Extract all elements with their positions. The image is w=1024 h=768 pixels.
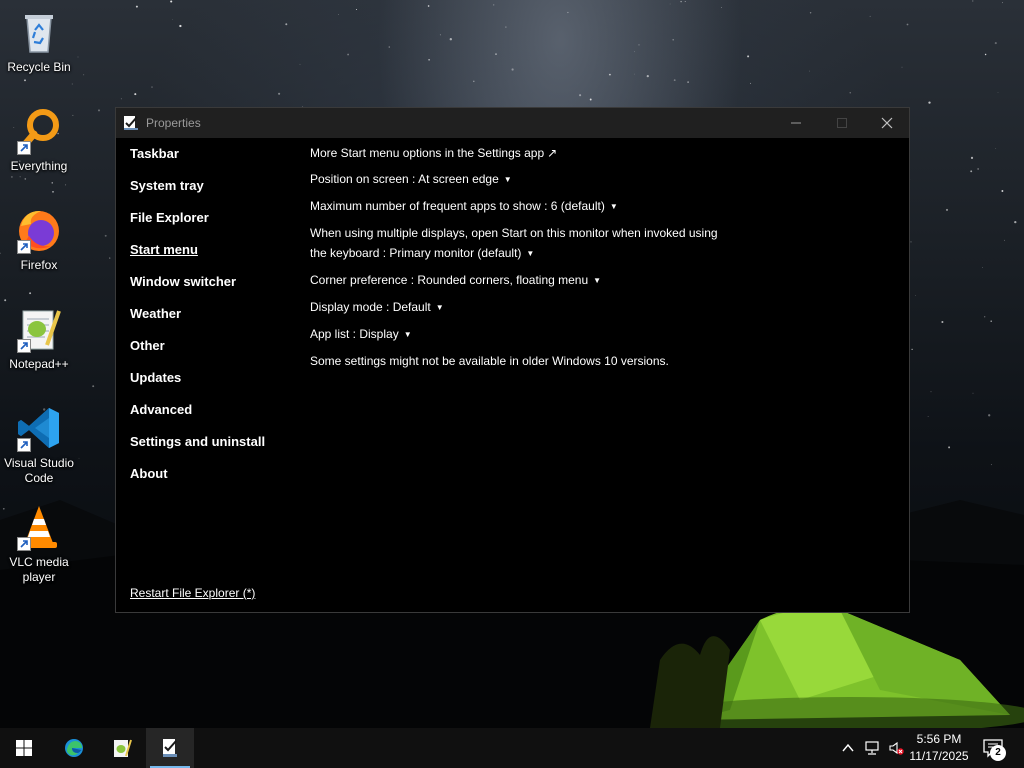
network-tray-button[interactable] [862,738,882,758]
dropdown-arrow-icon: ▼ [503,175,512,184]
recycle-bin-icon [15,8,63,56]
properties-window: Properties Taskbar System tray File Expl… [115,107,910,613]
network-icon [865,741,879,755]
dropdown-arrow-icon: ▼ [593,276,602,285]
shortcut-arrow-icon [17,537,31,551]
nav-about[interactable]: About [130,466,290,498]
start-menu-settings: More Start menu options in the Settings … [310,143,890,377]
nav-advanced[interactable]: Advanced [130,402,290,434]
app-list-setting[interactable]: App list : Display ▼ [310,324,890,345]
shortcut-arrow-icon [17,141,31,155]
setting-label: Position on screen : At screen edge [310,172,499,186]
desktop-icon-label: Firefox [20,258,58,272]
dropdown-arrow-icon: ▼ [403,330,412,339]
setting-label: Display mode : Default [310,300,431,314]
windows-logo-icon [16,740,32,756]
setting-label: Maximum number of frequent apps to show … [310,199,605,213]
settings-app-link[interactable]: More Start menu options in the Settings … [310,143,890,163]
settings-sidebar: Taskbar System tray File Explorer Start … [130,146,290,498]
taskbar-edge[interactable] [50,728,98,768]
clock-time: 5:56 PM [916,732,962,746]
minimize-button[interactable] [773,108,819,138]
position-on-screen-setting[interactable]: Position on screen : At screen edge ▼ [310,169,890,190]
frequent-apps-setting[interactable]: Maximum number of frequent apps to show … [310,196,890,217]
nav-other[interactable]: Other [130,338,290,370]
start-button[interactable] [0,728,48,768]
nav-weather[interactable]: Weather [130,306,290,338]
dropdown-arrow-icon: ▼ [526,249,535,258]
everything-search-icon [15,107,63,155]
maximize-icon [837,118,847,128]
nav-window-switcher[interactable]: Window switcher [130,274,290,306]
setting-label: App list : Display [310,327,399,341]
show-hidden-icons-button[interactable] [838,738,858,758]
display-mode-setting[interactable]: Display mode : Default ▼ [310,297,890,318]
minimize-icon [791,122,801,124]
notepad-plus-plus-icon [114,739,132,757]
taskbar-notepadpp[interactable] [98,728,146,768]
taskbar: 5:56 PM 11/17/2025 2 [0,728,1024,768]
app-icon [163,739,177,757]
desktop-icon-label: Recycle Bin [7,60,71,74]
desktop-icon-firefox[interactable]: Firefox [0,206,78,273]
setting-label: the keyboard : Primary monitor (default) [310,246,522,260]
vscode-icon [15,404,63,452]
edge-icon [65,739,83,757]
desktop-icon-label: VLC media player [9,555,69,584]
desktop-icon-vscode[interactable]: Visual Studio Code [0,404,78,486]
setting-label: Corner preference : Rounded corners, flo… [310,273,589,287]
maximize-button[interactable] [819,108,865,138]
close-button[interactable] [864,108,910,138]
nav-taskbar[interactable]: Taskbar [130,146,290,178]
external-link-icon: ↗ [547,146,558,160]
corner-preference-setting[interactable]: Corner preference : Rounded corners, flo… [310,270,890,291]
taskbar-clock[interactable]: 5:56 PM 11/17/2025 [900,731,978,765]
multi-display-setting[interactable]: When using multiple displays, open Start… [310,223,890,264]
dropdown-arrow-icon: ▼ [609,202,618,211]
vlc-icon [15,503,63,551]
desktop-icon-everything[interactable]: Everything [0,107,78,174]
shortcut-arrow-icon [17,240,31,254]
shortcut-arrow-icon [17,339,31,353]
desktop-icon-label: Everything [10,159,68,173]
close-icon [881,117,893,129]
window-title: Properties [146,116,201,130]
desktop-icon-recycle-bin[interactable]: Recycle Bin [0,8,78,75]
chevron-up-icon [842,743,854,752]
compatibility-note: Some settings might not be available in … [310,354,669,368]
nav-system-tray[interactable]: System tray [130,178,290,210]
nav-settings-and-uninstall[interactable]: Settings and uninstall [130,434,290,466]
notification-count-badge: 2 [990,745,1006,761]
desktop-icon-label: Notepad++ [9,357,69,371]
restart-file-explorer-link[interactable]: Restart File Explorer (*) [130,586,255,600]
window-titlebar[interactable]: Properties [116,108,909,138]
app-icon [124,116,138,130]
nav-start-menu[interactable]: Start menu [130,242,290,274]
firefox-icon [15,206,63,254]
desktop-icon-notepadpp[interactable]: Notepad++ [0,305,78,372]
notepad-plus-plus-icon [15,305,63,353]
nav-updates[interactable]: Updates [130,370,290,402]
desktop-icon-vlc[interactable]: VLC media player [0,503,78,585]
desktop-icon-label: Visual Studio Code [4,456,74,485]
taskbar-properties-window[interactable] [146,728,194,768]
shortcut-arrow-icon [17,438,31,452]
nav-file-explorer[interactable]: File Explorer [130,210,290,242]
dropdown-arrow-icon: ▼ [435,303,444,312]
setting-label: When using multiple displays, open Start… [310,226,718,240]
settings-app-link-label: More Start menu options in the Settings … [310,146,545,160]
clock-date: 11/17/2025 [909,749,969,763]
